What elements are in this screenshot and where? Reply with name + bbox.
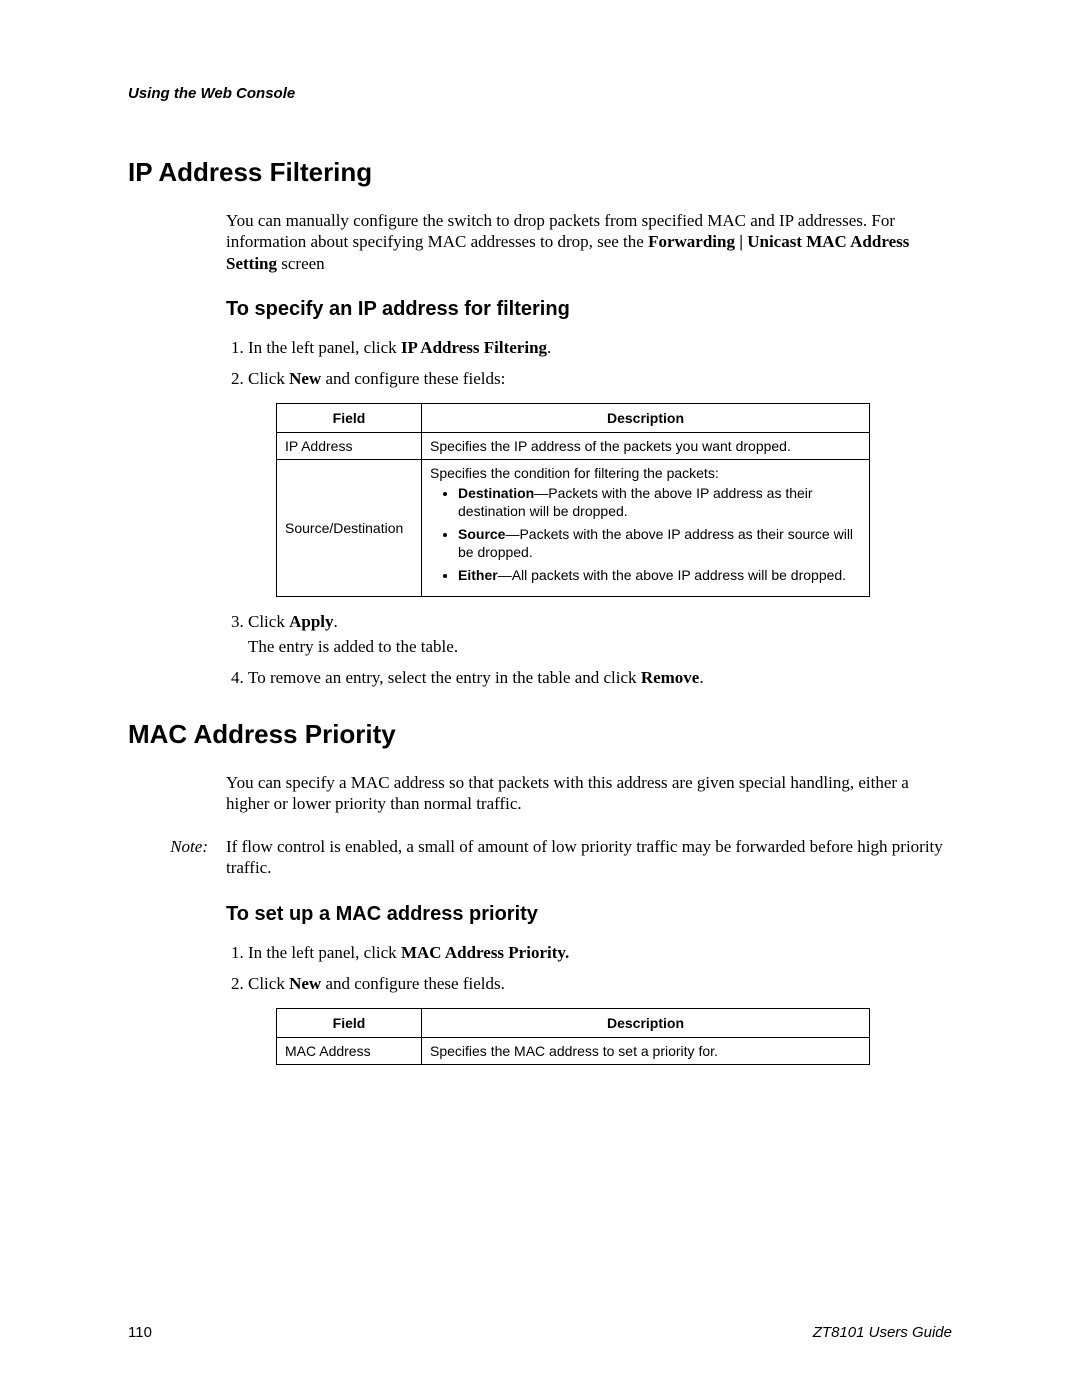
note-text: If flow control is enabled, a small of a… xyxy=(226,836,952,879)
td-description: Specifies the MAC address to set a prior… xyxy=(422,1038,870,1065)
td-field: Source/Destination xyxy=(277,460,422,597)
th-description: Description xyxy=(422,1009,870,1038)
section1-steps: In the left panel, click IP Address Filt… xyxy=(226,337,952,390)
section2-steps: In the left panel, click MAC Address Pri… xyxy=(226,942,952,995)
th-field: Field xyxy=(277,1009,422,1038)
table-mac-priority-fields: Field Description MAC AddressSpecifies t… xyxy=(276,1008,870,1065)
table2-body: MAC AddressSpecifies the MAC address to … xyxy=(277,1038,870,1065)
step-1: In the left panel, click IP Address Filt… xyxy=(248,337,952,358)
td-field: MAC Address xyxy=(277,1038,422,1065)
td-description: Specifies the IP address of the packets … xyxy=(422,433,870,460)
table1-body: IP AddressSpecifies the IP address of th… xyxy=(277,433,870,597)
table-header-row: Field Description xyxy=(277,404,870,433)
table-header-row: Field Description xyxy=(277,1009,870,1038)
step-2: Click New and configure these fields. xyxy=(248,973,952,994)
th-field: Field xyxy=(277,404,422,433)
td-field: IP Address xyxy=(277,433,422,460)
running-head: Using the Web Console xyxy=(128,85,952,102)
manual-page: Using the Web Console IP Address Filteri… xyxy=(0,0,1080,1397)
page-number: 110 xyxy=(128,1324,152,1341)
step-4: To remove an entry, select the entry in … xyxy=(248,667,952,688)
section1-steps-cont: Click Apply. The entry is added to the t… xyxy=(226,611,952,689)
guide-name: ZT8101 Users Guide xyxy=(813,1324,952,1341)
table-row: IP AddressSpecifies the IP address of th… xyxy=(277,433,870,460)
table-row: Source/DestinationSpecifies the conditio… xyxy=(277,460,870,597)
note-label: Note: xyxy=(128,836,226,857)
page-footer: 110 ZT8101 Users Guide xyxy=(128,1324,952,1341)
step-3: Click Apply. The entry is added to the t… xyxy=(248,611,952,658)
section-title-mac-priority: MAC Address Priority xyxy=(128,719,952,750)
step-2: Click New and configure these fields: xyxy=(248,368,952,389)
section-title-ip-filtering: IP Address Filtering xyxy=(128,157,952,188)
th-description: Description xyxy=(422,404,870,433)
note-block: Note: If flow control is enabled, a smal… xyxy=(226,836,952,879)
table-row: MAC AddressSpecifies the MAC address to … xyxy=(277,1038,870,1065)
step-3-sub: The entry is added to the table. xyxy=(248,636,952,657)
section1-body: You can manually configure the switch to… xyxy=(226,210,952,689)
section2-body: You can specify a MAC address so that pa… xyxy=(226,772,952,1066)
step-1: In the left panel, click MAC Address Pri… xyxy=(248,942,952,963)
td-description: Specifies the condition for filtering th… xyxy=(422,460,870,597)
section1-intro: You can manually configure the switch to… xyxy=(226,210,952,274)
section1-subhead: To specify an IP address for filtering xyxy=(226,298,952,321)
table-ip-filtering-fields: Field Description IP AddressSpecifies th… xyxy=(276,403,870,597)
section2-intro: You can specify a MAC address so that pa… xyxy=(226,772,952,815)
section2-subhead: To set up a MAC address priority xyxy=(226,903,952,926)
